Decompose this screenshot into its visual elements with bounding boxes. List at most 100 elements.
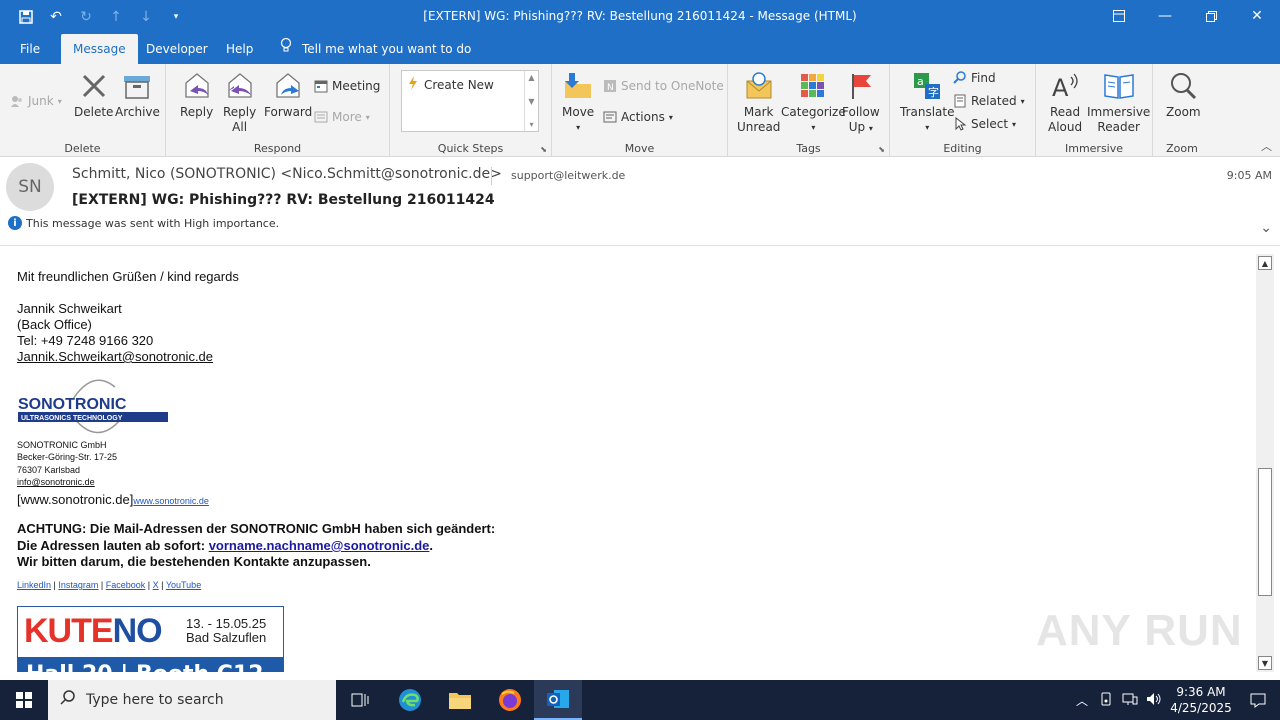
tab-message[interactable]: Message [61,34,138,64]
device-icon[interactable] [1094,692,1118,709]
dialog-launcher-icon[interactable]: ⬊ [540,145,547,154]
taskbar-search[interactable]: Type here to search [48,680,336,720]
edge-icon[interactable] [386,680,434,720]
related-button[interactable]: Related ▾ [953,94,1025,108]
youtube-link[interactable]: YouTube [166,580,201,590]
close-button[interactable]: ✕ [1234,0,1280,32]
facebook-link[interactable]: Facebook [106,580,146,590]
chevron-down-icon: ▾ [811,123,816,132]
forward-button[interactable]: Forward [264,70,312,120]
categorize-button[interactable]: Categorize ▾ [781,70,846,135]
delete-button[interactable]: Delete [74,70,113,120]
chevron-down-icon: ▾ [576,123,581,132]
scroll-down-icon[interactable]: ▼ [528,97,534,106]
move-button[interactable]: Move ▾ [562,70,594,135]
signature-email-link[interactable]: Jannik.Schweikart@sonotronic.de [17,349,213,364]
logo-main-text: SONOTRONIC [18,396,127,413]
archive-button[interactable]: Archive [115,70,160,120]
show-hidden-icons-icon[interactable]: ︿ [1070,692,1094,709]
translate-button[interactable]: a字 Translate ▾ [900,70,955,135]
expand-header-icon[interactable]: ⌄ [1260,220,1272,236]
x-link[interactable]: X [153,580,159,590]
scroll-down-icon[interactable]: ▼ [1258,656,1272,670]
kuteno-banner[interactable]: KUTENO 13. - 15.05.25 Bad Salzuflen Hall… [17,606,284,672]
chevron-down-icon: ▾ [365,112,370,122]
instagram-link[interactable]: Instagram [58,580,98,590]
select-button[interactable]: Select ▾ [953,117,1016,131]
categorize-icon [797,70,829,102]
quick-steps-group-label: Quick Steps [437,142,504,155]
volume-icon[interactable] [1142,692,1166,709]
tell-me-label: Tell me what you want to do [302,42,472,56]
outlook-icon[interactable] [534,680,582,720]
recipient[interactable]: support@leitwerk.de [511,169,625,182]
avatar[interactable]: SN [6,163,54,211]
ribbon-display-options-icon[interactable] [1096,0,1142,32]
scroll-up-icon[interactable]: ▲ [1258,256,1272,270]
ribbon-tabs: File Message Developer Help Tell me what… [0,34,1280,64]
minimize-button[interactable]: — [1142,0,1188,32]
tab-help[interactable]: Help [214,34,265,64]
find-icon [953,71,967,85]
follow-up-button[interactable]: Follow Up ▾ [842,70,880,136]
delete-icon [78,70,110,102]
network-icon[interactable] [1118,692,1142,709]
banner-details: 13. - 15.05.25 Bad Salzuflen [186,616,267,645]
file-explorer-icon[interactable] [436,680,484,720]
expand-gallery-icon[interactable]: ▾ [529,120,533,129]
notice-line-3: Wir bitten darum, die bestehenden Kontak… [17,554,371,569]
meeting-button[interactable]: Meeting [314,79,380,93]
restore-button[interactable] [1188,0,1234,32]
zoom-button[interactable]: Zoom [1166,70,1201,120]
importance-notice: i This message was sent with High import… [8,216,279,230]
tab-file[interactable]: File [8,34,52,64]
mark-unread-button[interactable]: Mark Unread [737,70,780,135]
editing-group: a字 Translate ▾ Find Related ▾ Select ▾ E… [890,64,1036,157]
start-button[interactable] [0,680,48,720]
junk-button[interactable]: Junk ▾ [10,94,62,108]
notification-icon[interactable] [1236,692,1280,708]
meeting-icon [314,79,328,93]
more-respond-button[interactable]: More ▾ [314,110,370,124]
send-to-onenote-button[interactable]: N Send to OneNote [603,79,724,93]
scroll-up-icon[interactable]: ▲ [528,73,534,82]
actions-button[interactable]: Actions ▾ [603,110,673,124]
tell-me-box[interactable]: Tell me what you want to do [268,34,483,64]
zoom-group-label: Zoom [1166,142,1198,155]
reply-button[interactable]: Reply [180,70,213,120]
reply-all-icon [224,70,256,102]
svg-text:N: N [607,83,614,93]
find-button[interactable]: Find [953,71,996,85]
svg-text:A: A [1052,74,1069,101]
respond-group-label: Respond [253,142,302,155]
task-view-icon[interactable] [336,680,384,720]
immersive-reader-button[interactable]: Immersive Reader [1087,70,1150,135]
firefox-icon[interactable] [486,680,534,720]
tags-group-label: Tags [796,142,821,155]
delete-group-label: Delete [64,142,101,155]
scroll-thumb[interactable] [1258,468,1272,596]
sender[interactable]: Schmitt, Nico (SONOTRONIC) <Nico.Schmitt… [72,166,502,182]
quick-steps-scroll[interactable]: ▲ ▼ ▾ [524,71,538,131]
lightning-icon [408,76,418,93]
forward-icon [272,70,304,102]
system-tray: ︿ 9:36 AM 4/25/2025 [1070,680,1280,720]
immersive-reader-icon [1103,70,1135,102]
tags-group: Mark Unread Categorize ▾ Follow Up ▾ Tag… [728,64,890,157]
info-email-link[interactable]: info@sonotronic.de [17,477,95,487]
vertical-scrollbar[interactable]: ▲ ▼ [1256,254,1274,672]
website-link[interactable]: www.sonotronic.de [133,496,209,506]
clock[interactable]: 9:36 AM 4/25/2025 [1166,684,1236,716]
move-icon [562,70,594,102]
reply-all-button[interactable]: Reply All [223,70,256,135]
collapse-ribbon-icon[interactable]: ︿ [1261,138,1272,154]
immersive-group: A Read Aloud Immersive Reader Immersive [1036,64,1153,157]
create-new-quick-step[interactable]: Create New [408,76,494,93]
notice-line-2: Die Adressen lauten ab sofort: vorname.n… [17,538,434,553]
new-address-link[interactable]: vorname.nachname@sonotronic.de [209,538,430,553]
window-title: [EXTERN] WG: Phishing??? RV: Bestellung … [423,9,857,23]
linkedin-link[interactable]: LinkedIn [17,580,51,590]
tab-developer[interactable]: Developer [134,34,220,64]
read-aloud-button[interactable]: A Read Aloud [1048,70,1082,135]
dialog-launcher-icon[interactable]: ⬊ [878,145,885,154]
